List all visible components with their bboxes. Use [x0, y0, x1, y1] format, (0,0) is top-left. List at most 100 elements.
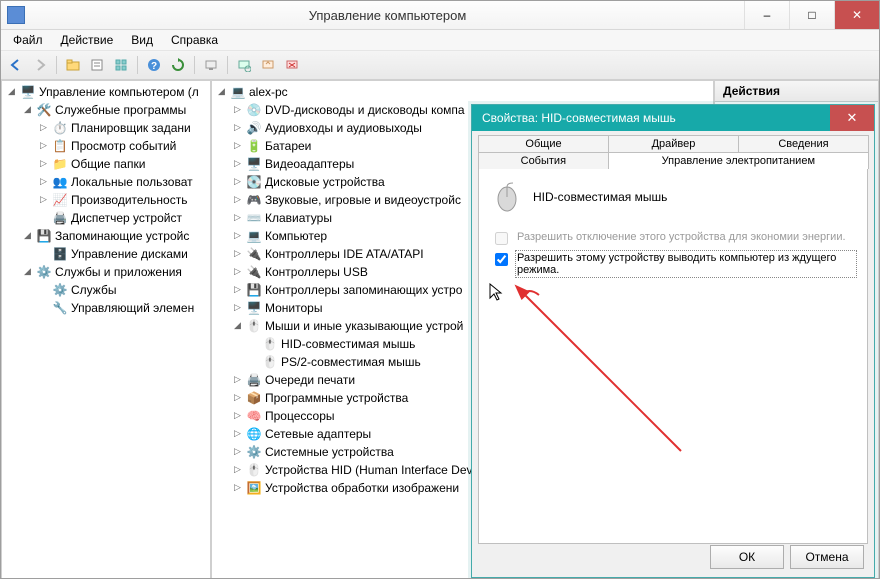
device-icon[interactable]: [200, 54, 222, 76]
expander-icon[interactable]: ◢: [232, 321, 243, 332]
expander-icon[interactable]: ▷: [232, 285, 243, 296]
tree-group-services[interactable]: ◢ ⚙️ Службы и приложения: [20, 263, 210, 281]
expander-icon[interactable]: ▷: [232, 483, 243, 494]
category-icon: 🔌: [246, 246, 262, 262]
update-icon[interactable]: [257, 54, 279, 76]
cancel-button[interactable]: Отмена: [790, 545, 864, 569]
expander-icon[interactable]: ▷: [232, 429, 243, 440]
tree-root[interactable]: ◢ 🖥️ Управление компьютером (л: [4, 83, 210, 101]
tree-label: Сетевые адаптеры: [265, 427, 371, 441]
tree-item[interactable]: ▷📋Просмотр событий: [36, 137, 210, 155]
expander-icon[interactable]: ▷: [38, 159, 49, 170]
expander-icon[interactable]: ▷: [232, 195, 243, 206]
tree-label: Служебные программы: [55, 103, 186, 117]
expander-icon[interactable]: ▷: [232, 393, 243, 404]
close-button[interactable]: ✕: [834, 1, 879, 29]
tree-item[interactable]: 🔧Управляющий элемен: [36, 299, 210, 317]
tree-item[interactable]: ▷📁Общие папки: [36, 155, 210, 173]
properties-icon[interactable]: [86, 54, 108, 76]
list-icon[interactable]: [110, 54, 132, 76]
tree-label: Службы и приложения: [55, 265, 182, 279]
menu-action[interactable]: Действие: [53, 31, 122, 49]
window-title: Управление компьютером: [31, 8, 744, 23]
expander-icon[interactable]: ▷: [232, 447, 243, 458]
performance-icon: 📈: [52, 192, 68, 208]
checkbox-label: Разрешить отключение этого устройства дл…: [517, 231, 846, 243]
tree-item[interactable]: 🗄️Управление дисками: [36, 245, 210, 263]
expander-icon[interactable]: ▷: [232, 177, 243, 188]
expander-icon[interactable]: ◢: [22, 267, 33, 278]
expander-icon[interactable]: ▷: [38, 177, 49, 188]
expander-icon[interactable]: ◢: [216, 87, 227, 98]
tree-label: DVD-дисководы и дисководы компа: [265, 103, 465, 117]
expander-icon[interactable]: ▷: [232, 411, 243, 422]
dialog-titlebar[interactable]: Свойства: HID-совместимая мышь ✕: [472, 105, 874, 131]
tree-item[interactable]: 🖨️Диспетчер устройст: [36, 209, 210, 227]
tree-group-storage[interactable]: ◢ 💾 Запоминающие устройс: [20, 227, 210, 245]
tab-details[interactable]: Сведения: [738, 135, 869, 152]
uninstall-icon[interactable]: [281, 54, 303, 76]
expander-icon[interactable]: ▷: [232, 213, 243, 224]
category-icon: ⚙️: [246, 444, 262, 460]
category-icon: 🖨️: [246, 372, 262, 388]
expander-icon[interactable]: ◢: [6, 87, 17, 98]
expander-icon[interactable]: ▷: [232, 141, 243, 152]
expander-icon[interactable]: ▷: [232, 465, 243, 476]
tree-label: alex-pc: [249, 85, 288, 99]
tab-driver[interactable]: Драйвер: [608, 135, 739, 152]
expander-icon[interactable]: ▷: [232, 105, 243, 116]
category-icon: 🌐: [246, 426, 262, 442]
expander-icon[interactable]: ▷: [38, 123, 49, 134]
maximize-button[interactable]: □: [789, 1, 834, 29]
expander-icon[interactable]: ▷: [232, 375, 243, 386]
wmi-icon: 🔧: [52, 300, 68, 316]
properties-dialog: Свойства: HID-совместимая мышь ✕ Общие Д…: [471, 104, 875, 578]
tree-label: Контроллеры USB: [265, 265, 368, 279]
menu-help[interactable]: Справка: [163, 31, 226, 49]
tree-label: Производительность: [71, 193, 187, 207]
scan-icon[interactable]: [233, 54, 255, 76]
expander-icon[interactable]: ▷: [38, 195, 49, 206]
tree-item[interactable]: ⚙️Службы: [36, 281, 210, 299]
menu-view[interactable]: Вид: [123, 31, 161, 49]
refresh-icon[interactable]: [167, 54, 189, 76]
forward-icon[interactable]: [29, 54, 51, 76]
checkbox-allow-wake[interactable]: Разрешить этому устройству выводить комп…: [491, 252, 855, 276]
category-icon: ⌨️: [246, 210, 262, 226]
minimize-button[interactable]: –: [744, 1, 789, 29]
tree-label: Контроллеры IDE ATA/ATAPI: [265, 247, 424, 261]
tab-power-management[interactable]: Управление электропитанием: [608, 152, 869, 169]
tree-label: Компьютер: [265, 229, 327, 243]
mouse-icon: 🖱️: [262, 354, 278, 370]
ok-button[interactable]: ОК: [710, 545, 784, 569]
tree-item[interactable]: ▷📈Производительность: [36, 191, 210, 209]
tree-label: Процессоры: [265, 409, 335, 423]
folder-up-icon[interactable]: [62, 54, 84, 76]
tree-group-system-tools[interactable]: ◢ 🛠️ Служебные программы: [20, 101, 210, 119]
expander-icon[interactable]: ▷: [38, 141, 49, 152]
expander-icon[interactable]: ◢: [22, 231, 33, 242]
device-manager-icon: 🖨️: [52, 210, 68, 226]
device-root[interactable]: ◢💻alex-pc: [214, 83, 713, 101]
back-icon[interactable]: [5, 54, 27, 76]
expander-icon[interactable]: ▷: [232, 303, 243, 314]
expander-icon[interactable]: ▷: [232, 267, 243, 278]
expander-icon[interactable]: ▷: [232, 159, 243, 170]
tree-item[interactable]: ▷⏱️Планировщик задани: [36, 119, 210, 137]
category-icon: 🔋: [246, 138, 262, 154]
tree-item[interactable]: ▷👥Локальные пользоват: [36, 173, 210, 191]
expander-icon[interactable]: ▷: [232, 123, 243, 134]
expander-icon[interactable]: ▷: [232, 231, 243, 242]
menu-file[interactable]: Файл: [5, 31, 51, 49]
help-icon[interactable]: ?: [143, 54, 165, 76]
dialog-close-button[interactable]: ✕: [830, 105, 874, 131]
navigation-pane[interactable]: ◢ 🖥️ Управление компьютером (л ◢ 🛠️ Служ…: [1, 80, 211, 579]
checkbox-input[interactable]: [495, 253, 508, 266]
tree-label: Очереди печати: [265, 373, 355, 387]
tab-general[interactable]: Общие: [478, 135, 609, 152]
dialog-title: Свойства: HID-совместимая мышь: [482, 111, 676, 125]
tab-events[interactable]: События: [478, 152, 609, 169]
expander-icon[interactable]: ◢: [22, 105, 33, 116]
tree-label: Общие папки: [71, 157, 145, 171]
expander-icon[interactable]: ▷: [232, 249, 243, 260]
